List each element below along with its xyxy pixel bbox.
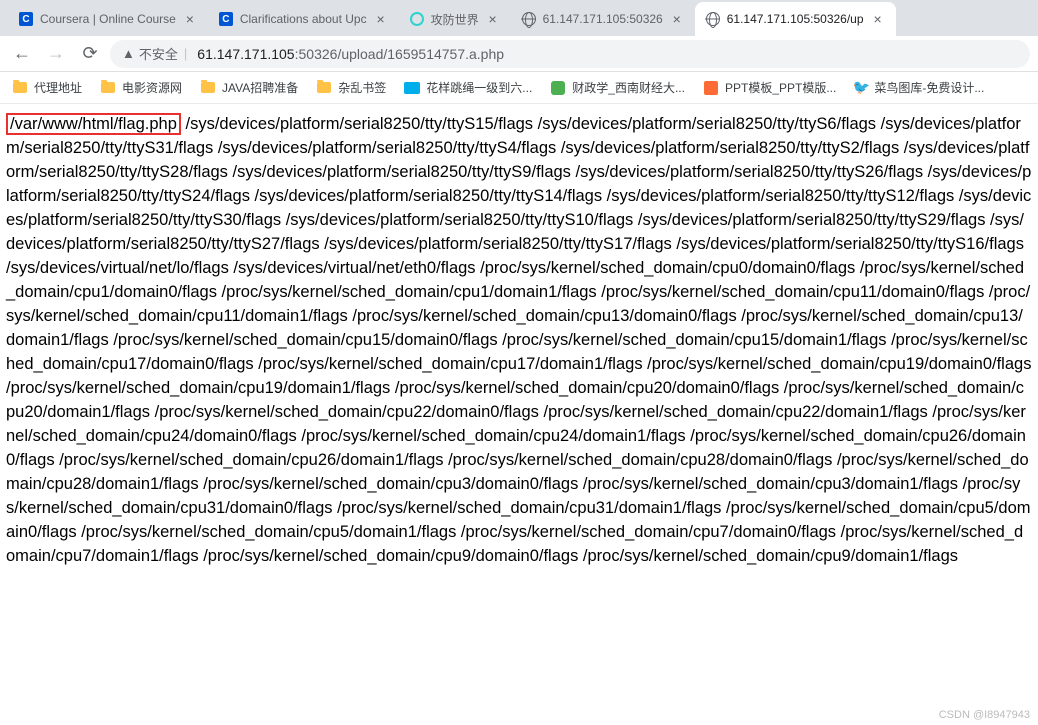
close-icon[interactable]: × <box>182 11 198 27</box>
tab-title: Clarifications about Upc <box>240 12 367 26</box>
url-text: 61.147.171.105:50326/upload/1659514757.a… <box>197 46 504 62</box>
close-icon[interactable]: × <box>373 11 389 27</box>
bird-icon: 🐦 <box>854 81 868 95</box>
tab-title: 61.147.171.105:50326/up <box>727 12 864 26</box>
back-button[interactable]: ← <box>8 40 36 68</box>
folder-icon <box>200 80 216 96</box>
globe-icon <box>521 11 537 27</box>
folder-icon <box>12 80 28 96</box>
bookmark-2[interactable]: JAVA招聘准备 <box>200 79 298 96</box>
bookmark-label: 财政学_西南财经大... <box>572 79 685 96</box>
tab-3[interactable]: 61.147.171.105:50326 × <box>511 2 695 36</box>
coursera-icon: C <box>18 11 34 27</box>
bookmark-label: PPT模板_PPT模版... <box>725 79 836 96</box>
coursera-icon: C <box>218 11 234 27</box>
bookmark-label: 花样跳绳一级到六... <box>426 79 532 96</box>
tab-1[interactable]: C Clarifications about Upc × <box>208 2 399 36</box>
tab-4[interactable]: 61.147.171.105:50326/up × <box>695 2 896 36</box>
nav-bar: ← → ⟳ ▲ 不安全 | 61.147.171.105:50326/uploa… <box>0 36 1038 72</box>
tab-title: 61.147.171.105:50326 <box>543 12 663 26</box>
bookmark-label: 代理地址 <box>34 79 82 96</box>
green-icon <box>550 80 566 96</box>
content-body: /sys/devices/platform/serial8250/tty/tty… <box>6 115 1031 565</box>
globe-icon <box>705 11 721 27</box>
bookmarks-bar: 代理地址 电影资源网 JAVA招聘准备 杂乱书签 花样跳绳一级到六... 财政学_西南财经… <box>0 72 1038 104</box>
tab-2[interactable]: 攻防世界 × <box>399 2 511 36</box>
tab-title: 攻防世界 <box>431 11 479 28</box>
bookmark-3[interactable]: 杂乱书签 <box>316 79 386 96</box>
tabs-bar: C Coursera | Online Course × C Clarification… <box>0 0 1038 36</box>
bookmark-6[interactable]: PPT模板_PPT模版... <box>703 79 836 96</box>
folder-icon <box>100 80 116 96</box>
bookmark-7[interactable]: 🐦 菜鸟图库-免费设计... <box>854 79 984 96</box>
tab-0[interactable]: C Coursera | Online Course × <box>8 2 208 36</box>
bookmark-5[interactable]: 财政学_西南财经大... <box>550 79 685 96</box>
url-bar[interactable]: ▲ 不安全 | 61.147.171.105:50326/upload/1659… <box>110 40 1030 68</box>
tab-title: Coursera | Online Course <box>40 12 176 26</box>
bookmark-0[interactable]: 代理地址 <box>12 79 82 96</box>
page-content: /var/www/html/flag.php /sys/devices/plat… <box>0 104 1038 576</box>
bookmark-label: 菜鸟图库-免费设计... <box>874 79 984 96</box>
orange-icon <box>703 80 719 96</box>
bookmark-1[interactable]: 电影资源网 <box>100 79 182 96</box>
bookmark-label: 杂乱书签 <box>338 79 386 96</box>
bili-icon <box>404 80 420 96</box>
forward-button[interactable]: → <box>42 40 70 68</box>
bookmark-label: 电影资源网 <box>122 79 182 96</box>
close-icon[interactable]: × <box>870 11 886 27</box>
insecure-warning: ▲ 不安全 | <box>122 44 189 63</box>
watermark: CSDN @I8947943 <box>939 709 1030 721</box>
warning-icon: ▲ <box>122 46 135 61</box>
folder-icon <box>316 80 332 96</box>
insecure-label: 不安全 <box>139 44 178 63</box>
bookmark-4[interactable]: 花样跳绳一级到六... <box>404 79 532 96</box>
bookmark-label: JAVA招聘准备 <box>222 79 298 96</box>
highlighted-path: /var/www/html/flag.php <box>6 113 181 135</box>
close-icon[interactable]: × <box>485 11 501 27</box>
cyan-icon <box>409 11 425 27</box>
close-icon[interactable]: × <box>669 11 685 27</box>
reload-button[interactable]: ⟳ <box>76 40 104 68</box>
